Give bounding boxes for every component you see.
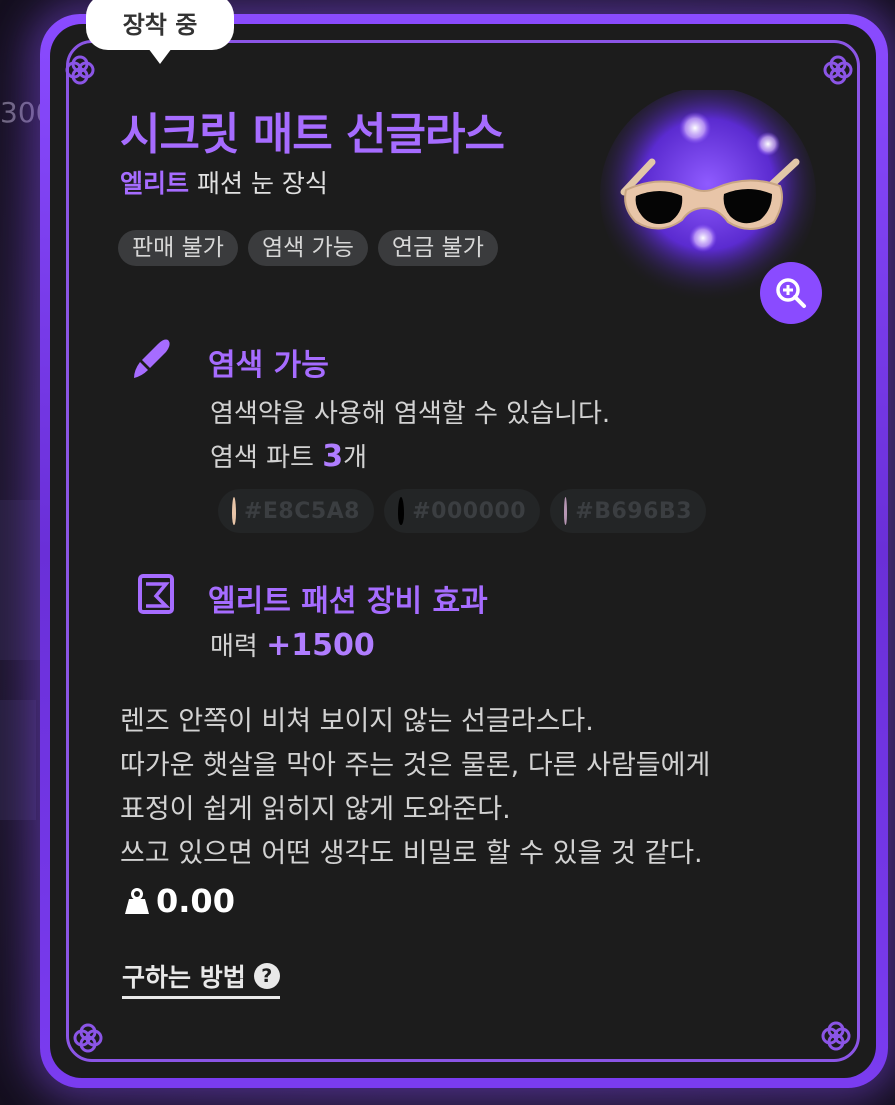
dye-parts-unit: 개	[343, 443, 368, 473]
item-grade: 엘리트	[120, 169, 190, 198]
item-tags: 판매 불가 염색 가능 연금 불가	[118, 230, 498, 266]
weight-value: 0.00	[156, 882, 235, 920]
tag-not-sellable: 판매 불가	[118, 230, 238, 266]
tag-no-alchemy: 연금 불가	[377, 230, 498, 266]
how-to-get-label: 구하는 방법	[122, 963, 246, 992]
weight-icon	[125, 888, 149, 914]
dye-section-title: 염색 가능	[208, 348, 329, 383]
dye-swatch[interactable]: #000000	[384, 489, 540, 533]
item-subtitle: 엘리트 패션 눈 장식	[120, 164, 328, 200]
effect-section-title: 엘리트 패션 장비 효과	[208, 584, 488, 619]
corner-ornament-icon	[823, 55, 853, 85]
zoom-in-icon	[776, 278, 806, 308]
swatch-hex: #E8C5A8	[243, 498, 360, 524]
tag-dyeable: 염색 가능	[247, 230, 368, 266]
background-shape	[0, 700, 36, 820]
color-drop-icon	[398, 497, 405, 525]
item-category: 패션 눈 장식	[197, 169, 328, 198]
corner-ornament-icon	[73, 1023, 103, 1053]
dye-parts: 염색 파트 3개	[210, 437, 367, 474]
corner-ornament-icon	[821, 1021, 851, 1051]
dye-swatch[interactable]: #B696B3	[550, 489, 706, 533]
description-line: 렌즈 안쪽이 비쳐 보이지 않는 선글라스다.	[120, 706, 594, 737]
zoom-button[interactable]	[760, 262, 822, 324]
swatch-hex: #000000	[412, 498, 526, 524]
color-drop-icon	[232, 497, 236, 525]
elite-fashion-icon	[138, 574, 174, 614]
effect-stat: 매력 +1500	[210, 626, 375, 663]
background-shape	[0, 500, 40, 660]
effect-stat-value: +1500	[266, 628, 375, 663]
effect-stat-label: 매력	[210, 632, 258, 662]
item-name: 시크릿 매트 선글라스	[120, 109, 505, 160]
equipped-badge: 장착 중	[86, 0, 234, 64]
help-icon: ?	[253, 963, 280, 989]
dye-swatch[interactable]: #E8C5A8	[218, 489, 374, 533]
color-drop-icon	[564, 497, 568, 525]
description-line: 쓰고 있으면 어떤 생각도 비밀로 할 수 있을 것 같다.	[120, 838, 703, 869]
description-line: 표정이 쉽게 읽히지 않게 도와준다.	[120, 794, 511, 825]
item-description: 렌즈 안쪽이 비쳐 보이지 않는 선글라스다. 따가운 햇살을 막아 주는 것은…	[120, 700, 820, 876]
how-to-get-link[interactable]: 구하는 방법 ?	[122, 958, 280, 999]
dye-swatches: #E8C5A8 #000000 #B696B3	[218, 489, 706, 533]
swatch-hex: #B696B3	[575, 498, 692, 524]
dye-brush-icon	[134, 339, 170, 378]
item-weight: 0.00	[124, 882, 235, 920]
description-line: 따가운 햇살을 막아 주는 것은 물론, 다른 사람들에게	[120, 750, 711, 781]
dye-description: 염색약을 사용해 염색할 수 있습니다.	[210, 399, 611, 429]
dye-parts-count: 3	[322, 439, 344, 474]
corner-ornament-icon	[65, 55, 95, 85]
dye-parts-label: 염색 파트	[210, 443, 314, 473]
